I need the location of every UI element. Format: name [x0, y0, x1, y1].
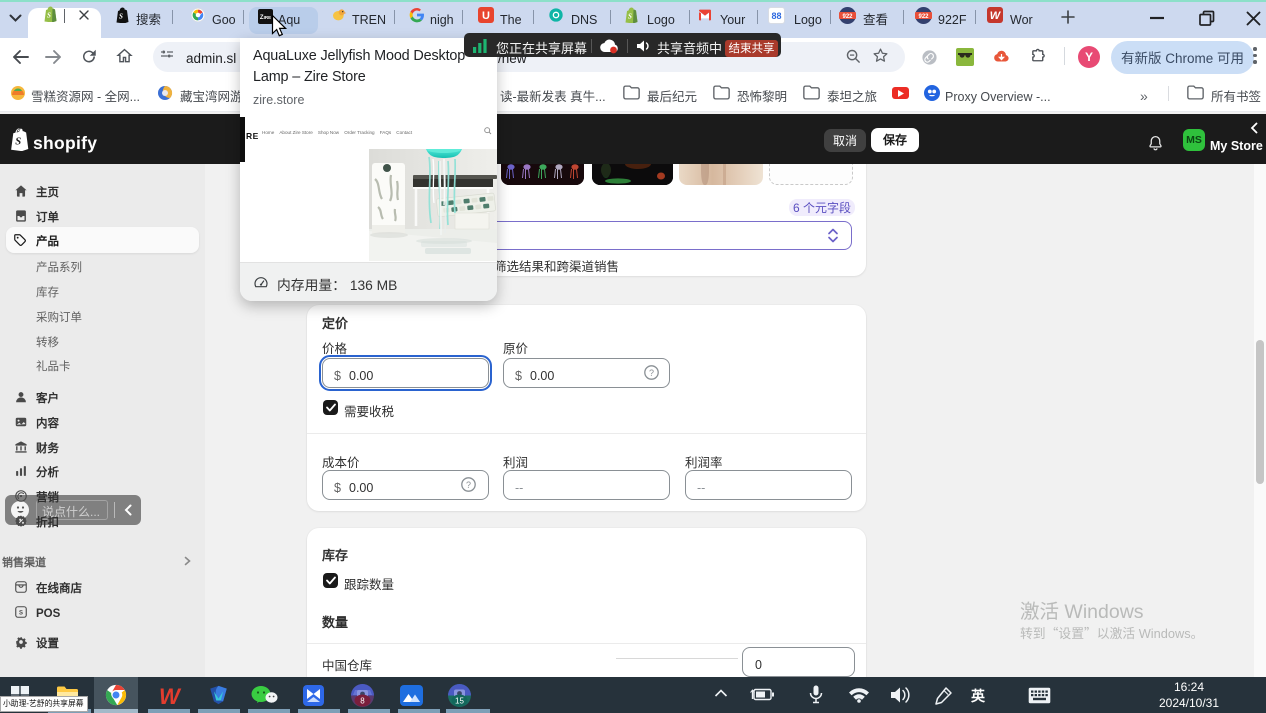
svg-text:S: S [119, 13, 123, 21]
svg-text:S: S [628, 13, 632, 21]
svg-text:S: S [47, 12, 51, 20]
svg-text:?: ? [466, 480, 471, 490]
svg-text:S: S [19, 610, 23, 616]
svg-text:8: 8 [360, 697, 365, 706]
svg-text:?: ? [649, 368, 654, 378]
svg-text:15: 15 [455, 697, 464, 706]
svg-text:S: S [15, 136, 21, 148]
